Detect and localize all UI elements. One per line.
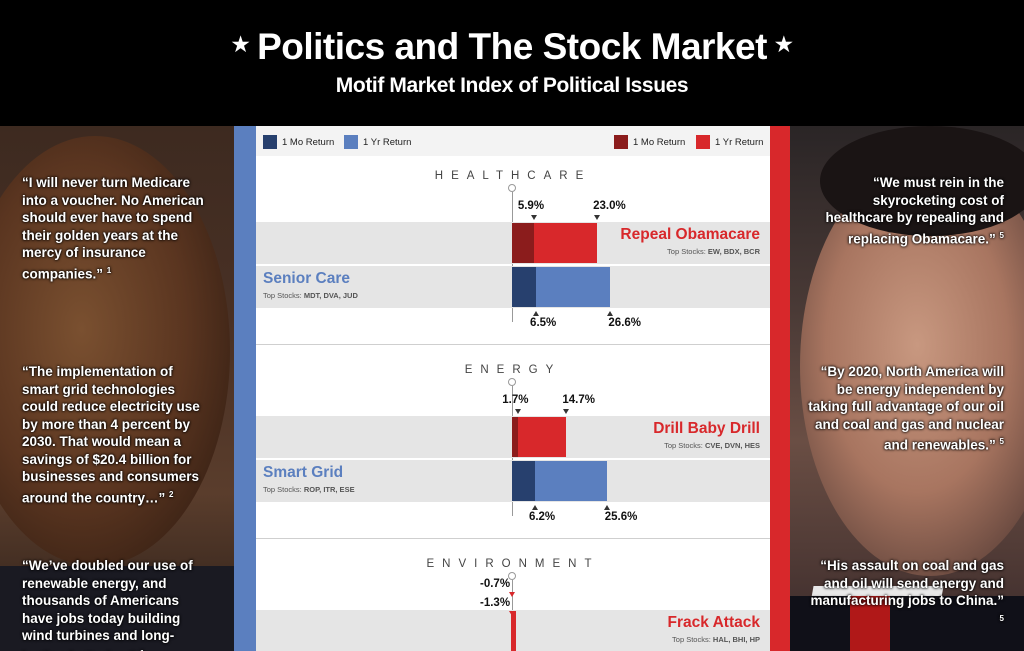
label-1mo: 1.7% xyxy=(502,394,529,406)
legend-item-left-yr: 1 Yr Return xyxy=(344,135,411,149)
axis-origin-dot xyxy=(508,378,516,386)
section-title: ENERGY xyxy=(464,364,562,376)
right-quote-healthcare: “We must rein in the skyrocketing cost o… xyxy=(825,175,1004,246)
legend-swatch xyxy=(696,135,710,149)
motif-name: Smart Grid xyxy=(263,464,344,481)
bar-1yr xyxy=(512,417,567,457)
motif-top-stocks: Top Stocks: ROP, ITR, ESE xyxy=(263,485,355,494)
marker-1mo xyxy=(530,215,537,220)
legend-swatch xyxy=(614,135,628,149)
marker-1yr xyxy=(607,311,614,316)
title-text: Politics and The Stock Market xyxy=(257,26,767,67)
legend-swatch xyxy=(263,135,277,149)
section-divider xyxy=(256,538,770,539)
obama-photo-panel: “I will never turn Medicare into a vouch… xyxy=(0,126,234,651)
star-icon: ★ xyxy=(231,34,250,56)
page-title: ★ Politics and The Stock Market ★ xyxy=(0,26,1024,68)
star-icon: ★ xyxy=(774,34,793,56)
marker-1yr xyxy=(509,611,515,616)
left-quote-energy: “The implementation of smart grid techno… xyxy=(22,364,200,505)
marker-1mo xyxy=(531,505,538,510)
legend-item-left-mo: 1 Mo Return xyxy=(263,135,334,149)
label-1yr: 14.7% xyxy=(562,394,595,406)
legend-swatch xyxy=(344,135,358,149)
romney-photo-panel: “We must rein in the skyrocketing cost o… xyxy=(790,126,1024,651)
label-1yr: 26.6% xyxy=(608,317,642,329)
right-quote-environment: “His assault on coal and gas and oil wil… xyxy=(810,558,1004,623)
marker-1mo xyxy=(533,311,540,316)
chart-area: 1 Mo Return 1 Yr Return 1 Mo Return 1 Yr… xyxy=(256,126,770,651)
bar-1mo xyxy=(512,417,519,457)
section-divider xyxy=(256,344,770,345)
label-1yr: -1.3% xyxy=(480,597,511,609)
motif-top-stocks: Top Stocks: MDT, DVA, JUD xyxy=(263,291,358,300)
legend-item-right-yr: 1 Yr Return xyxy=(696,135,763,149)
motif-name: Drill Baby Drill xyxy=(653,420,760,437)
motif-name: Repeal Obamacare xyxy=(620,226,760,243)
header: ★ Politics and The Stock Market ★ Motif Ma… xyxy=(0,0,1024,126)
section-title: ENVIRONMENT xyxy=(426,558,600,570)
label-1mo: 5.9% xyxy=(517,200,545,212)
section-title: HEALTHCARE xyxy=(434,170,592,182)
label-1mo: 6.2% xyxy=(528,511,556,523)
legend-item-right-mo: 1 Mo Return xyxy=(614,135,685,149)
marker-1yr xyxy=(603,505,610,510)
bar-1mo xyxy=(512,267,537,307)
left-quote-environment: “We’ve doubled our use of renewable ener… xyxy=(22,558,193,651)
motif-name: Senior Care xyxy=(263,270,351,287)
republican-side-bar xyxy=(770,126,790,651)
marker-1mo xyxy=(515,409,522,414)
label-1yr: 25.6% xyxy=(604,511,638,523)
legend: 1 Mo Return 1 Yr Return 1 Mo Return 1 Yr… xyxy=(256,126,770,156)
axis-origin-dot xyxy=(508,184,516,192)
marker-1yr xyxy=(563,409,570,414)
label-1yr: 23.0% xyxy=(593,200,626,212)
motif-top-stocks: Top Stocks: HAL, BHI, HP xyxy=(672,635,760,644)
marker-1yr xyxy=(594,215,601,220)
bar-1yr xyxy=(511,611,516,651)
page-subtitle: Motif Market Index of Political Issues xyxy=(335,74,689,97)
bar-1mo xyxy=(512,461,535,501)
motif-top-stocks: Top Stocks: CVE, DVN, HES xyxy=(664,441,760,450)
left-quote-healthcare: “I will never turn Medicare into a vouch… xyxy=(22,175,204,281)
motif-top-stocks: Top Stocks: EW, BDX, BCR xyxy=(667,247,760,256)
right-quote-energy: “By 2020, North America will be energy i… xyxy=(808,364,1004,453)
label-1mo: -0.7% xyxy=(480,578,511,590)
label-1mo: 6.5% xyxy=(530,317,557,329)
democrat-side-bar xyxy=(234,126,256,651)
motif-name: Frack Attack xyxy=(667,614,760,631)
bar-1mo xyxy=(512,223,534,263)
